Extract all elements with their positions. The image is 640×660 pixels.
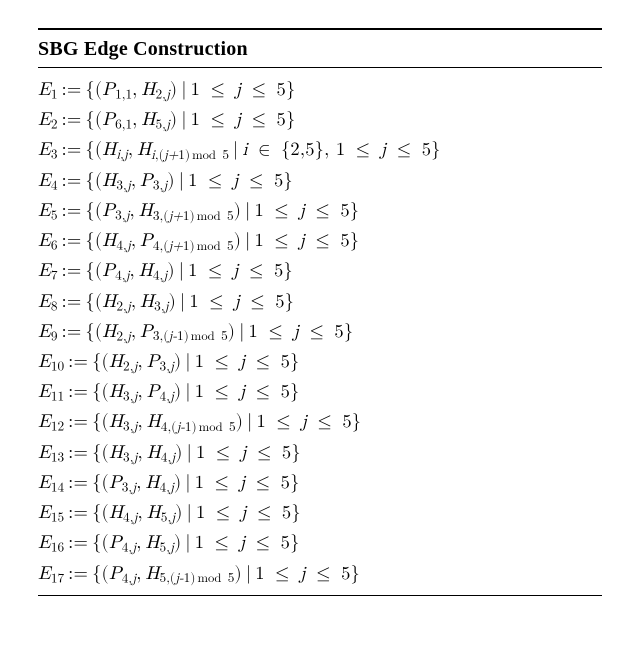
definition-line: E17:={(P4,j, H5,(j-1)mod 5)|1 ≤ j ≤ 5} (38, 562, 602, 588)
definition-line: E9:={(H2,j, P3,(j-1)mod 5)|1 ≤ j ≤ 5} (38, 320, 602, 346)
top-horizontal-rule (38, 28, 602, 30)
definition-line: E14:={(P3,j, H4,j)|1 ≤ j ≤ 5} (38, 471, 602, 497)
definition-line: E3:={(Hi,j, Hi,(j+1)mod 5|i ∈ {2,5}, 1 ≤… (38, 138, 602, 164)
block-title: SBG Edge Construction (38, 38, 602, 67)
definition-line: E16:={(P4,j, H5,j)|1 ≤ j ≤ 5} (38, 531, 602, 557)
definition-line: E7:={(P4,j, H4,j)|1 ≤ j ≤ 5} (38, 259, 602, 285)
definition-line: E13:={(H3,j, H4,j)|1 ≤ j ≤ 5} (38, 441, 602, 467)
bottom-horizontal-rule (38, 595, 602, 596)
definition-line: E8:={(H2,j, H3,j)|1 ≤ j ≤ 5} (38, 290, 602, 316)
definition-line: E2:={(P6,1, H5,j)|1 ≤ j ≤ 5} (38, 108, 602, 134)
definition-lines: E1:={(P1,1, H2,j)|1 ≤ j ≤ 5} E2:={(P6,1, … (38, 78, 602, 595)
definition-line: E1:={(P1,1, H2,j)|1 ≤ j ≤ 5} (38, 78, 602, 104)
definition-line: E5:={(P3,j, H3,(j+1)mod 5)|1 ≤ j ≤ 5} (38, 199, 602, 225)
definition-line: E4:={(H3,j, P3,j)|1 ≤ j ≤ 5} (38, 169, 602, 195)
definition-line: E15:={(H4,j, H5,j)|1 ≤ j ≤ 5} (38, 501, 602, 527)
algorithm-block: SBG Edge Construction E1:={(P1,1, H2,j)|… (38, 28, 602, 596)
definition-line: E11:={(H3,j, P4,j)|1 ≤ j ≤ 5} (38, 380, 602, 406)
definition-line: E6:={(H4,j, P4,(j+1)mod 5)|1 ≤ j ≤ 5} (38, 229, 602, 255)
definition-line: E12:={(H3,j, H4,(j-1)mod 5)|1 ≤ j ≤ 5} (38, 410, 602, 436)
mid-horizontal-rule (38, 67, 602, 68)
definition-line: E10:={(H2,j, P3,j)|1 ≤ j ≤ 5} (38, 350, 602, 376)
